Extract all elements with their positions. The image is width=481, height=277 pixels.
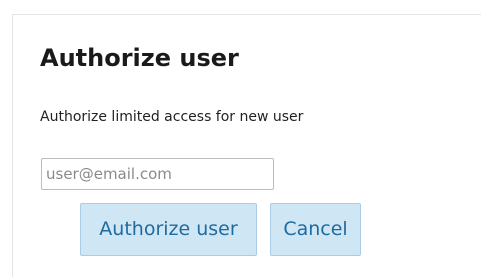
page: Authorize user Authorize limited access … bbox=[0, 0, 481, 277]
authorize-user-button[interactable]: Authorize user bbox=[80, 203, 257, 256]
dialog-description: Authorize limited access for new user bbox=[40, 109, 304, 125]
authorize-user-dialog: Authorize user Authorize limited access … bbox=[12, 14, 481, 277]
cancel-button[interactable]: Cancel bbox=[270, 203, 361, 256]
email-input[interactable] bbox=[41, 158, 274, 190]
dialog-title: Authorize user bbox=[40, 44, 239, 72]
